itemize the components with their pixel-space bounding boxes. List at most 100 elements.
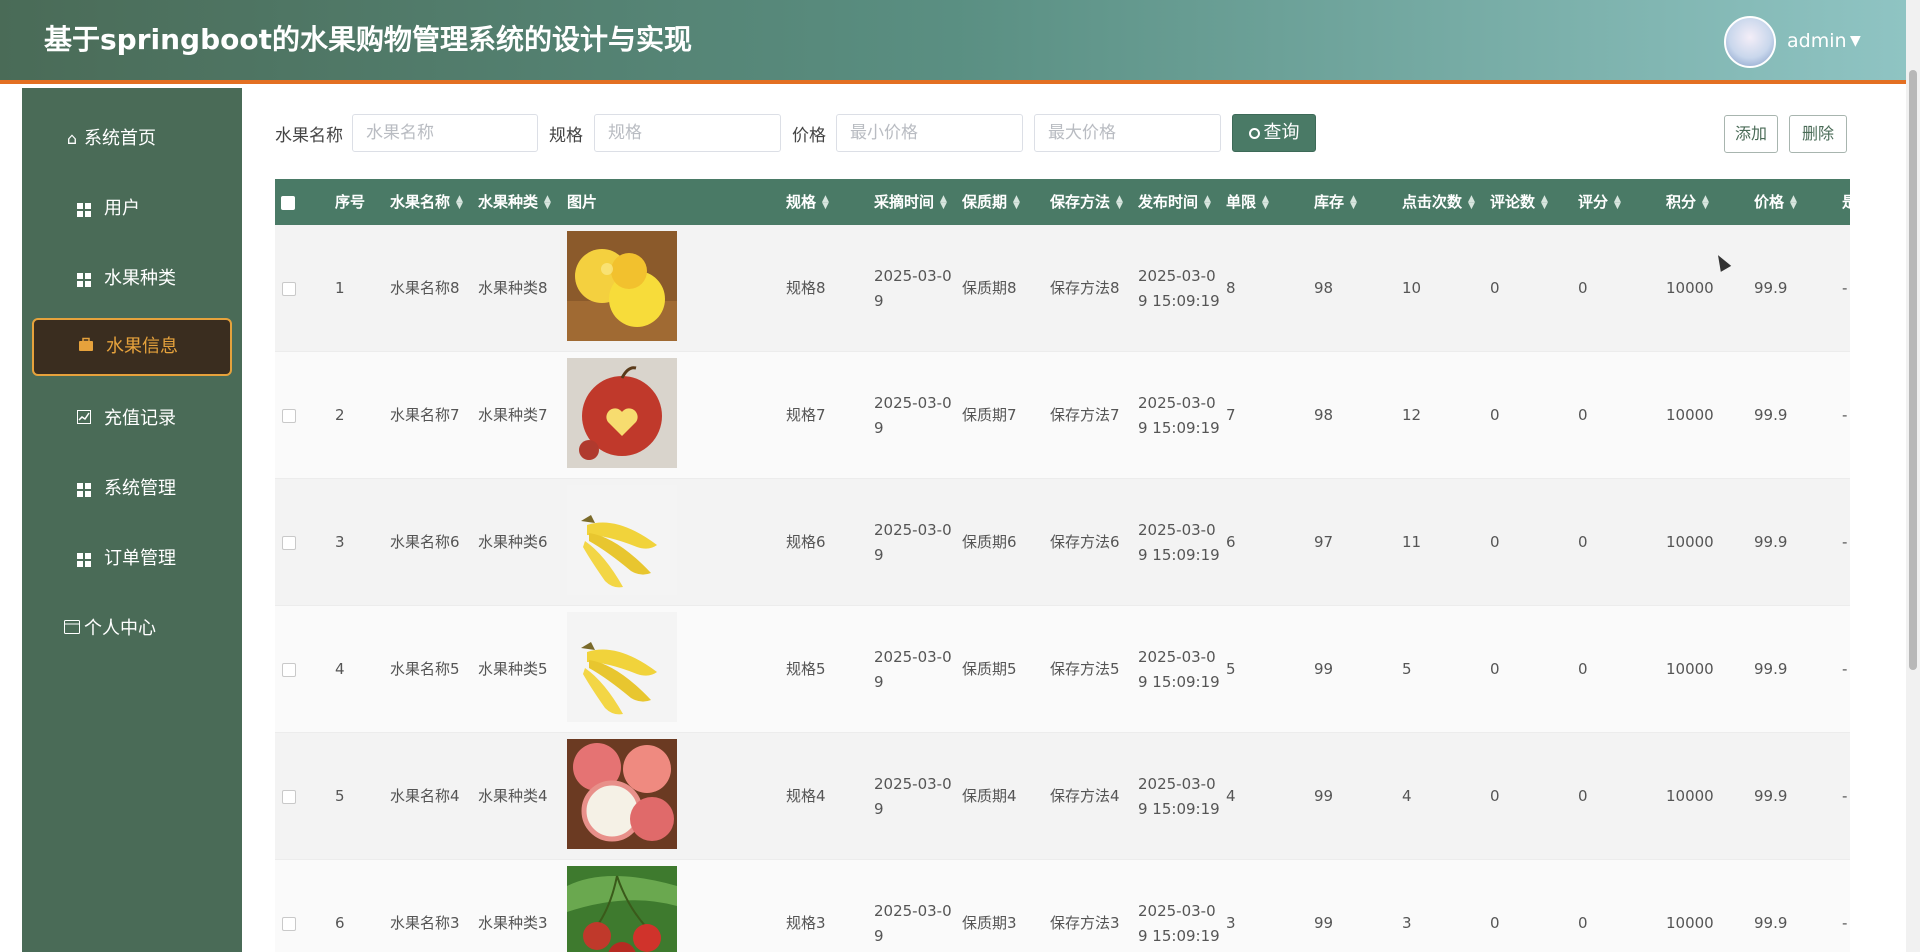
sort-icon[interactable]: ▲ ▼: [1702, 194, 1709, 210]
sort-icon[interactable]: ▲ ▼: [822, 194, 829, 210]
name-search-input[interactable]: [352, 114, 538, 152]
row-checkbox[interactable]: [282, 663, 296, 677]
cell-limit: 4: [1226, 787, 1236, 805]
sidebar-item-label: 系统首页: [84, 128, 156, 149]
page-scrollbar[interactable]: [1906, 0, 1920, 952]
header-limit[interactable]: 单限 ▲ ▼: [1226, 179, 1269, 225]
spec-search-input[interactable]: [594, 114, 781, 152]
fruit-image[interactable]: [567, 231, 677, 341]
cell-index: 4: [335, 660, 345, 678]
cell-price: 99.9: [1754, 787, 1788, 805]
header-image: 图片: [567, 193, 598, 211]
avatar[interactable]: [1724, 16, 1776, 68]
sidebar-item-system[interactable]: 系统管理: [32, 460, 232, 518]
table-row[interactable]: 5 水果名称4 水果种类4 规格4 2025-03-0 9 保质期4 保存方法4 2025-03…: [275, 733, 1850, 860]
sidebar-item-orders[interactable]: 订单管理: [32, 530, 232, 588]
header-price[interactable]: 价格 ▲ ▼: [1754, 179, 1797, 225]
delete-button[interactable]: 删除: [1789, 115, 1847, 153]
sort-icon[interactable]: ▲ ▼: [1614, 194, 1621, 210]
min-price-input[interactable]: [836, 114, 1023, 152]
row-checkbox[interactable]: [282, 790, 296, 804]
add-button[interactable]: 添加: [1724, 115, 1778, 153]
sort-icon[interactable]: ▲ ▼: [544, 194, 551, 210]
fruit-image[interactable]: [567, 866, 677, 952]
select-all-checkbox[interactable]: [281, 179, 295, 225]
table-row[interactable]: 3 水果名称6 水果种类6 规格6 2025-03-0 9 保质期6 保存方法6 2025-03…: [275, 479, 1850, 606]
date-line: 2025-03-0: [874, 647, 952, 666]
header-stock[interactable]: 库存 ▲ ▼: [1314, 179, 1357, 225]
header-more: 是: [1842, 193, 1850, 211]
sidebar-item-fruit-category[interactable]: 水果种类: [32, 250, 232, 308]
header-category[interactable]: 水果种类 ▲ ▼: [478, 179, 551, 225]
table-row[interactable]: 1 水果名称8 水果种类8 规格8 2025-03-0 9 保质期8 保存方法8 2025-03…: [275, 225, 1850, 352]
header-price-label: 价格: [1754, 193, 1785, 211]
header-storage[interactable]: 保存方法 ▲ ▼: [1050, 179, 1123, 225]
sort-icon[interactable]: ▲ ▼: [1541, 194, 1548, 210]
table-row[interactable]: 6 水果名称3 水果种类3 规格3 2025-03-0 9 保质期3 保存方法3 2025-03…: [275, 860, 1850, 952]
cell-pick-time: 2025-03-0 9: [874, 733, 952, 860]
cell-comments: 0: [1490, 914, 1500, 932]
cell-index: 2: [335, 406, 345, 424]
sidebar-item-label: 订单管理: [104, 548, 176, 569]
row-checkbox[interactable]: [282, 282, 296, 296]
header-index: 序号: [335, 193, 366, 211]
fruit-image[interactable]: [567, 485, 677, 595]
cell-pick-time: 2025-03-0 9: [874, 606, 952, 733]
fruit-image[interactable]: [567, 612, 677, 722]
header-name[interactable]: 水果名称 ▲ ▼: [390, 179, 463, 225]
cell-stock: 99: [1314, 914, 1334, 932]
header-comments-label: 评论数: [1490, 193, 1536, 211]
username-label[interactable]: admin: [1787, 28, 1847, 54]
caret-down-icon[interactable]: ▼: [1850, 32, 1861, 50]
fruit-image[interactable]: [567, 358, 677, 468]
sort-icon[interactable]: ▲ ▼: [1204, 194, 1211, 210]
sort-icon[interactable]: ▲ ▼: [940, 194, 947, 210]
sidebar-item-users[interactable]: 用户: [32, 180, 232, 238]
sort-icon[interactable]: ▲ ▼: [1262, 194, 1269, 210]
table-row[interactable]: 2 水果名称7 水果种类7 规格7 2025-03-0 9 保质期7 保存方法7 2025-03…: [275, 352, 1850, 479]
row-checkbox[interactable]: [282, 409, 296, 423]
header-clicks[interactable]: 点击次数 ▲ ▼: [1402, 179, 1475, 225]
cell-more: -: [1842, 533, 1848, 551]
sidebar-item-recharge[interactable]: 充值记录: [32, 390, 232, 448]
sort-icon[interactable]: ▲ ▼: [1468, 194, 1475, 210]
sort-icon[interactable]: ▲ ▼: [1013, 194, 1020, 210]
time-line: 9: [874, 291, 884, 310]
header-points[interactable]: 积分 ▲ ▼: [1666, 179, 1709, 225]
cell-price: 99.9: [1754, 914, 1788, 932]
cell-spec: 规格4: [786, 787, 826, 805]
cell-index: 1: [335, 279, 345, 297]
time-line: 9 15:09:19: [1138, 545, 1220, 564]
header-comments[interactable]: 评论数 ▲ ▼: [1490, 179, 1548, 225]
header-rating[interactable]: 评分 ▲ ▼: [1578, 179, 1621, 225]
sort-icon[interactable]: ▲ ▼: [1790, 194, 1797, 210]
row-checkbox[interactable]: [282, 917, 296, 931]
sort-icon[interactable]: ▲ ▼: [456, 194, 463, 210]
cell-rating: 0: [1578, 660, 1588, 678]
fruit-image[interactable]: [567, 739, 677, 849]
header-pick-time[interactable]: 采摘时间 ▲ ▼: [874, 179, 947, 225]
sidebar-item-fruit-info[interactable]: 水果信息: [32, 318, 232, 376]
header-limit-label: 单限: [1226, 193, 1257, 211]
sidebar-item-profile[interactable]: 个人中心: [32, 600, 232, 658]
header-shelf-life[interactable]: 保质期 ▲ ▼: [962, 179, 1020, 225]
sidebar-item-home[interactable]: ⌂ 系统首页: [32, 110, 232, 168]
cell-limit: 7: [1226, 406, 1236, 424]
header-spec[interactable]: 规格 ▲ ▼: [786, 179, 829, 225]
cell-shelf: 保质期4: [962, 787, 1017, 805]
cell-publish-time: 2025-03-0 9 15:09:19: [1138, 479, 1220, 606]
sort-icon[interactable]: ▲ ▼: [1116, 194, 1123, 210]
table-row[interactable]: 4 水果名称5 水果种类5 规格5 2025-03-0 9 保质期5 保存方法5 2025-03…: [275, 606, 1850, 733]
sidebar-item-label: 充值记录: [104, 408, 176, 429]
max-price-input[interactable]: [1034, 114, 1221, 152]
row-checkbox[interactable]: [282, 536, 296, 550]
query-button[interactable]: 查询: [1232, 114, 1316, 152]
header-publish-time[interactable]: 发布时间 ▲ ▼: [1138, 179, 1211, 225]
header-category-label: 水果种类: [478, 193, 539, 211]
header-pick-time-label: 采摘时间: [874, 193, 935, 211]
cell-more: -: [1842, 787, 1848, 805]
sort-icon[interactable]: ▲ ▼: [1350, 194, 1357, 210]
scrollbar-thumb[interactable]: [1909, 70, 1917, 670]
cell-rating: 0: [1578, 914, 1588, 932]
time-line: 9: [874, 418, 884, 437]
